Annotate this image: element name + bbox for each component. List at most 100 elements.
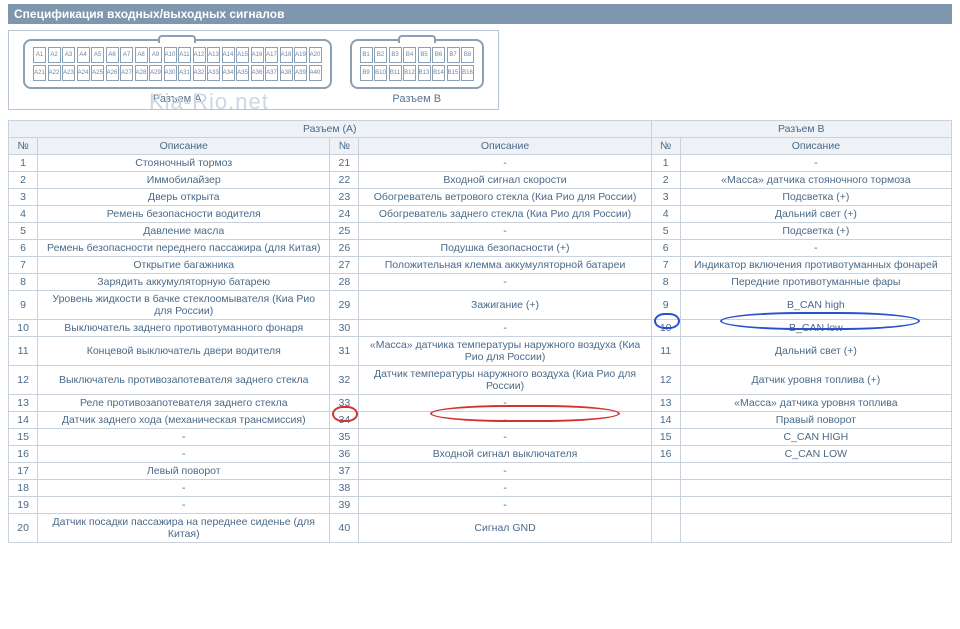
- cell-b-num: 10: [651, 320, 680, 337]
- cell-a1-num: 15: [9, 429, 38, 446]
- pin-a22: A22: [48, 65, 61, 81]
- cell-a2-desc: -: [359, 223, 651, 240]
- table-row: 20Датчик посадки пассажира на переднее с…: [9, 514, 952, 543]
- cell-a2-num: 40: [330, 514, 359, 543]
- cell-a1-desc: Ремень безопасности переднего пассажира …: [38, 240, 330, 257]
- pin-b16: B16: [461, 65, 474, 81]
- cell-b-num: 12: [651, 366, 680, 395]
- cell-a2-desc: -: [359, 463, 651, 480]
- pin-a20: A20: [309, 47, 322, 63]
- table-row: 15-35-15C_CAN HIGH: [9, 429, 952, 446]
- cell-a2-desc: Обогреватель заднего стекла (Киа Рио для…: [359, 206, 651, 223]
- cell-a1-desc: Левый поворот: [38, 463, 330, 480]
- cell-a1-num: 19: [9, 497, 38, 514]
- pin-a4: A4: [77, 47, 90, 63]
- pin-a18: A18: [280, 47, 293, 63]
- table-row: 19-39-: [9, 497, 952, 514]
- cell-a1-num: 12: [9, 366, 38, 395]
- pin-a37: A37: [265, 65, 278, 81]
- pin-b4: B4: [403, 47, 416, 63]
- pin-b2: B2: [374, 47, 387, 63]
- pin-a11: A11: [178, 47, 191, 63]
- cell-b-desc: C_CAN LOW: [680, 446, 951, 463]
- cell-b-num: 4: [651, 206, 680, 223]
- cell-a2-desc: -: [359, 480, 651, 497]
- pin-a34: A34: [222, 65, 235, 81]
- table-row: 11Концевой выключатель двери водителя31«…: [9, 337, 952, 366]
- cell-b-num: 11: [651, 337, 680, 366]
- connector-diagram: A1A2A3A4A5A6A7A8A9A10A11A12A13A14A15A16A…: [8, 30, 499, 110]
- cell-a2-num: 28: [330, 274, 359, 291]
- table-row: 4Ремень безопасности водителя24Обогреват…: [9, 206, 952, 223]
- cell-a2-num: 30: [330, 320, 359, 337]
- cell-a2-num: 27: [330, 257, 359, 274]
- cell-a1-desc: Выключатель заднего противотуманного фон…: [38, 320, 330, 337]
- cell-b-num: 2: [651, 172, 680, 189]
- cell-b-desc: Подсветка (+): [680, 223, 951, 240]
- cell-a2-num: 34: [330, 412, 359, 429]
- table-row: 10 Выключатель заднего противотуманного ф…: [9, 320, 952, 337]
- cell-a1-num: 18: [9, 480, 38, 497]
- pin-a19: A19: [294, 47, 307, 63]
- pin-a7: A7: [120, 47, 133, 63]
- cell-a2-desc: -: [359, 412, 651, 429]
- signal-spec-table: Разъем (А) Разъем В № Описание № Описани…: [8, 120, 952, 543]
- cell-b-num: 3: [651, 189, 680, 206]
- pin-a40: A40: [309, 65, 322, 81]
- pin-a25: A25: [91, 65, 104, 81]
- cell-b-desc: Дальний свет (+): [680, 206, 951, 223]
- cell-b-desc: -: [680, 155, 951, 172]
- cell-a1-desc: -: [38, 429, 330, 446]
- section-b-header: Разъем В: [651, 121, 951, 138]
- cell-a1-num: 20: [9, 514, 38, 543]
- cell-a1-num: 6: [9, 240, 38, 257]
- pin-a9: A9: [149, 47, 162, 63]
- cell-b-num: 5: [651, 223, 680, 240]
- cell-b-desc: B_CAN high: [680, 291, 951, 320]
- cell-a1-desc: Уровень жидкости в бачке стеклоомывателя…: [38, 291, 330, 320]
- cell-b-desc: Подсветка (+): [680, 189, 951, 206]
- cell-a2-desc: -: [359, 429, 651, 446]
- cell-a1-desc: Давление масла: [38, 223, 330, 240]
- cell-a1-desc: Иммобилайзер: [38, 172, 330, 189]
- pin-a39: A39: [294, 65, 307, 81]
- cell-a1-num: 11: [9, 337, 38, 366]
- cell-a1-num: 9: [9, 291, 38, 320]
- table-row: 8Зарядить аккумуляторную батарею28-8Пере…: [9, 274, 952, 291]
- cell-b-desc: «Масса» датчика уровня топлива: [680, 395, 951, 412]
- cell-b-num: 15: [651, 429, 680, 446]
- cell-a1-desc: Реле противозапотевателя заднего стекла: [38, 395, 330, 412]
- pin-a24: A24: [77, 65, 90, 81]
- pin-a21: A21: [33, 65, 46, 81]
- cell-a1-num: 1: [9, 155, 38, 172]
- cell-a2-desc: -: [359, 155, 651, 172]
- cell-a2-desc: Сигнал GND: [359, 514, 651, 543]
- cell-b-num: [651, 497, 680, 514]
- cell-a2-num: 24: [330, 206, 359, 223]
- pin-a13: A13: [207, 47, 220, 63]
- col-a2-desc: Описание: [359, 138, 651, 155]
- cell-b-num: 1: [651, 155, 680, 172]
- cell-b-num: 9: [651, 291, 680, 320]
- pin-a26: A26: [106, 65, 119, 81]
- pin-a36: A36: [251, 65, 264, 81]
- pin-a1: A1: [33, 47, 46, 63]
- pin-a17: A17: [265, 47, 278, 63]
- table-row: 13Реле противозапотевателя заднего стекл…: [9, 395, 952, 412]
- cell-b-desc: B_CAN low: [680, 320, 951, 337]
- pin-b14: B14: [432, 65, 445, 81]
- cell-a1-num: 13: [9, 395, 38, 412]
- cell-a2-desc: Входной сигнал скорости: [359, 172, 651, 189]
- pin-b6: B6: [432, 47, 445, 63]
- cell-a1-num: 2: [9, 172, 38, 189]
- cell-a1-desc: Выключатель противозапотевателя заднего …: [38, 366, 330, 395]
- cell-a2-num: 25: [330, 223, 359, 240]
- cell-a2-desc: «Масса» датчика температуры наружного во…: [359, 337, 651, 366]
- pin-a10: A10: [164, 47, 177, 63]
- cell-a2-desc: Подушка безопасности (+): [359, 240, 651, 257]
- section-title: Спецификация входных/выходных сигналов: [8, 4, 952, 24]
- cell-a2-num: 39: [330, 497, 359, 514]
- pin-a33: A33: [207, 65, 220, 81]
- cell-a2-desc: Датчик температуры наружного воздуха (Ки…: [359, 366, 651, 395]
- pin-b15: B15: [447, 65, 460, 81]
